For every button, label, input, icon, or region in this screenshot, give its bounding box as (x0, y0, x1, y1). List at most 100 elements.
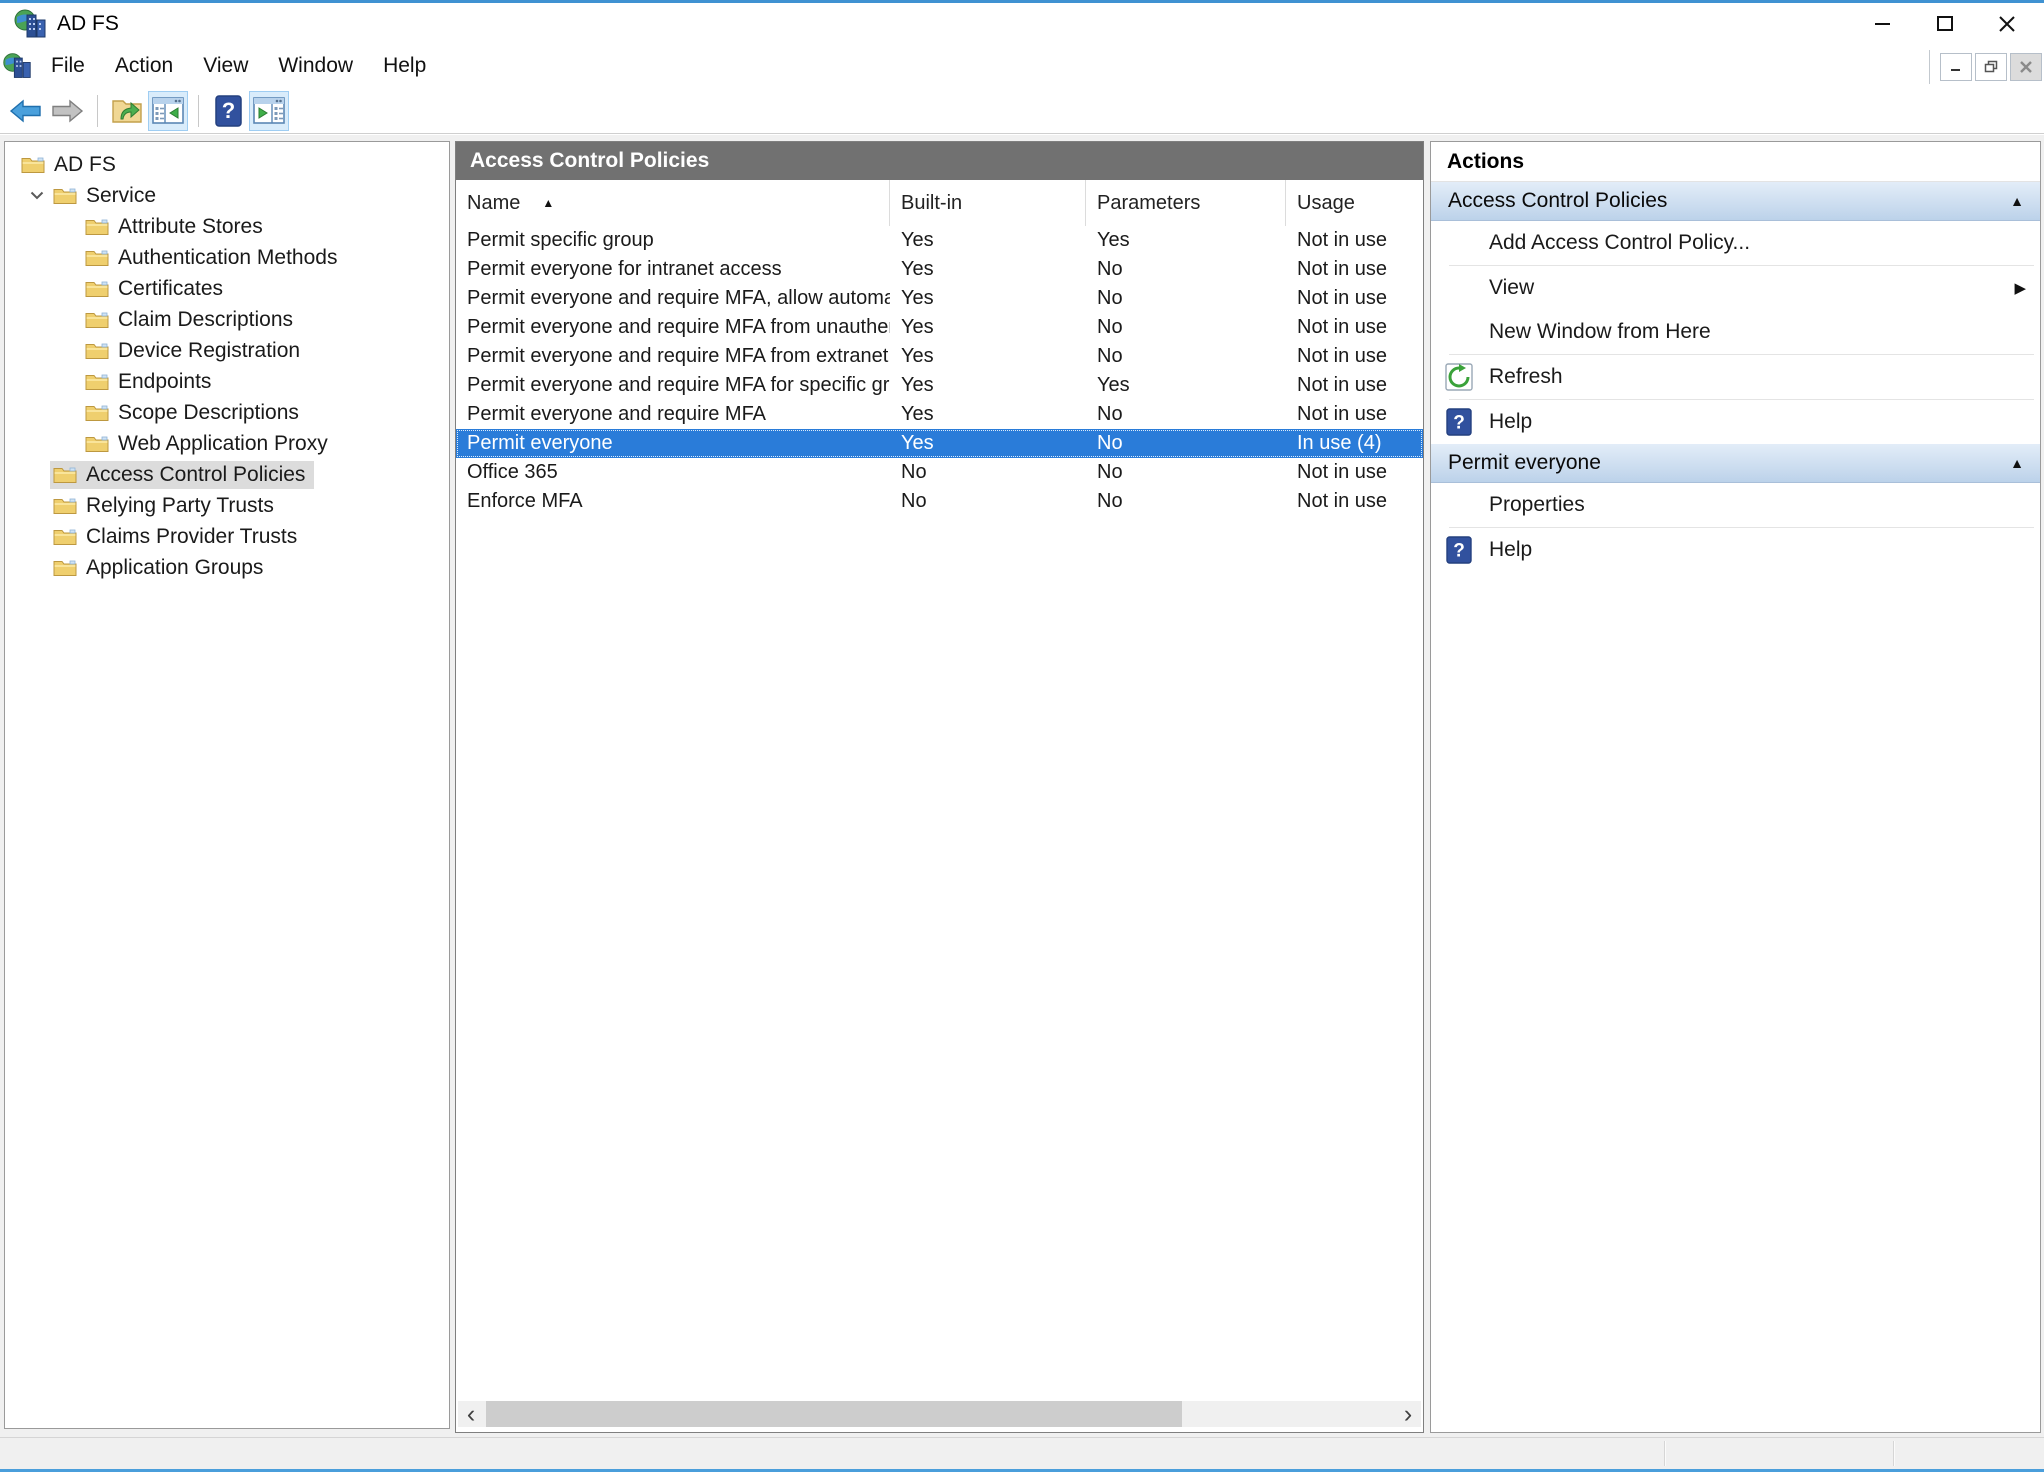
tree-item-claim-descriptions[interactable]: Claim Descriptions (5, 304, 449, 335)
tree-node: Scope Descriptions (82, 399, 308, 427)
tree-item-device-registration[interactable]: Device Registration (5, 335, 449, 366)
forward-button[interactable] (47, 91, 87, 131)
menu-view[interactable]: View (188, 47, 263, 85)
scroll-right-arrow[interactable]: › (1395, 1401, 1421, 1427)
svg-text:?: ? (1453, 541, 1465, 562)
cell-parameters: No (1086, 461, 1286, 484)
action-refresh[interactable]: Refresh (1431, 355, 2040, 399)
action-properties[interactable]: Properties (1431, 483, 2040, 527)
tree-item-endpoints[interactable]: Endpoints (5, 366, 449, 397)
cell-built-in: Yes (890, 229, 1086, 252)
table-row[interactable]: Permit everyone and require MFA, allow a… (456, 284, 1423, 313)
menu-action[interactable]: Action (100, 47, 188, 85)
action-view[interactable]: View▶ (1431, 266, 2040, 310)
scroll-thumb[interactable] (486, 1401, 1182, 1427)
actions-group-header-access-control-policies[interactable]: Access Control Policies ▲ (1431, 182, 2040, 221)
table-row[interactable]: Permit everyone and require MFAYesNoNot … (456, 400, 1423, 429)
back-button[interactable] (6, 91, 46, 131)
actions-groups: Access Control Policies ▲ Add Access Contr… (1431, 182, 2040, 572)
cell-built-in: Yes (890, 345, 1086, 368)
folder-icon (85, 341, 109, 360)
tree-item-claims-provider-trusts[interactable]: Claims Provider Trusts (5, 521, 449, 552)
tree-item-authentication-methods[interactable]: Authentication Methods (5, 242, 449, 273)
actions-panel-title: Actions (1431, 142, 2040, 182)
tree-item-attribute-stores[interactable]: Attribute Stores (5, 211, 449, 242)
toolbar-separator (198, 95, 199, 127)
actions-group-title: Permit everyone (1448, 451, 1601, 475)
action-help[interactable]: ?Help (1431, 400, 2040, 444)
tree-item-relying-party-trusts[interactable]: Relying Party Trusts (5, 490, 449, 521)
tree-item-scope-descriptions[interactable]: Scope Descriptions (5, 397, 449, 428)
results-panel-title: Access Control Policies (470, 149, 709, 173)
menu-items: FileActionViewWindowHelp (36, 47, 441, 85)
tree-item-application-groups[interactable]: Application Groups (5, 552, 449, 583)
table-row[interactable]: Permit everyone and require MFA from ext… (456, 342, 1423, 371)
help-button[interactable]: ? (208, 91, 248, 131)
column-header-usage[interactable]: Usage (1286, 180, 1423, 226)
export-list-button[interactable] (107, 91, 147, 131)
action-add-access-control-policy[interactable]: Add Access Control Policy... (1431, 221, 2040, 265)
cell-parameters: No (1086, 490, 1286, 513)
cell-usage: Not in use (1286, 229, 1423, 252)
menu-file[interactable]: File (36, 47, 100, 85)
tree-item-ad-fs[interactable]: AD FS (5, 149, 449, 180)
cell-name: Permit everyone and require MFA from una… (456, 316, 890, 339)
column-header-parameters[interactable]: Parameters (1086, 180, 1286, 226)
action-label: Help (1489, 538, 1532, 562)
collapse-arrow-icon[interactable]: ▲ (2010, 455, 2024, 471)
cell-name: Permit everyone (456, 432, 890, 455)
column-header-name[interactable]: Name ▲ (456, 180, 890, 226)
close-button[interactable] (1976, 3, 2038, 44)
action-label: Refresh (1489, 365, 1563, 389)
sort-ascending-icon: ▲ (542, 196, 554, 210)
window-controls (1852, 3, 2038, 44)
table-row[interactable]: Permit everyone for intranet accessYesNo… (456, 255, 1423, 284)
menu-help[interactable]: Help (368, 47, 441, 85)
table-row[interactable]: Office 365NoNoNot in use (456, 458, 1423, 487)
collapse-arrow-icon[interactable]: ▲ (2010, 193, 2024, 209)
column-header-label: Usage (1297, 192, 1355, 215)
horizontal-scrollbar[interactable]: ‹ › (458, 1401, 1421, 1427)
tree-item-access-control-policies[interactable]: Access Control Policies (5, 459, 449, 490)
table-row[interactable]: Enforce MFANoNoNot in use (456, 487, 1423, 516)
table-row[interactable]: Permit everyoneYesNoIn use (4) (456, 429, 1423, 458)
statusbar (0, 1437, 2044, 1469)
maximize-button[interactable] (1914, 3, 1976, 44)
scroll-left-arrow[interactable]: ‹ (458, 1401, 484, 1427)
tree-item-web-application-proxy[interactable]: Web Application Proxy (5, 428, 449, 459)
column-header-label: Name (467, 192, 520, 215)
column-header-built-in[interactable]: Built-in (890, 180, 1086, 226)
action-new-window-from-here[interactable]: New Window from Here (1431, 310, 2040, 354)
chevron-slot (56, 304, 82, 335)
actions-group-header-permit-everyone[interactable]: Permit everyone ▲ (1431, 444, 2040, 483)
actions-group-title: Access Control Policies (1448, 189, 1667, 213)
table-row[interactable]: Permit everyone and require MFA from una… (456, 313, 1423, 342)
cell-parameters: No (1086, 287, 1286, 310)
svg-text:?: ? (1453, 413, 1465, 434)
tree-node: Authentication Methods (82, 244, 346, 272)
child-close-button[interactable] (2010, 53, 2042, 81)
menu-window[interactable]: Window (263, 47, 368, 85)
action-icon-slot (1441, 310, 1477, 354)
table-row[interactable]: Permit everyone and require MFA for spec… (456, 371, 1423, 400)
table-row[interactable]: Permit specific groupYesYesNot in use (456, 226, 1423, 255)
show-hide-console-tree-button[interactable] (148, 91, 188, 131)
child-minimize-button[interactable] (1940, 53, 1972, 81)
chevron-slot (56, 428, 82, 459)
cell-name: Permit everyone and require MFA for spec… (456, 374, 890, 397)
back-icon (9, 98, 43, 124)
close-icon (1998, 15, 2016, 33)
tree-item-label: Relying Party Trusts (86, 494, 274, 518)
folder-icon (53, 527, 77, 546)
action-label: View (1489, 276, 1534, 300)
action-help[interactable]: ? Help (1431, 528, 2040, 572)
show-hide-action-pane-button[interactable] (249, 91, 289, 131)
chevron-down-icon[interactable] (24, 180, 50, 211)
tree-item-service[interactable]: Service (5, 180, 449, 211)
child-restore-button[interactable] (1975, 53, 2007, 81)
cell-name: Permit specific group (456, 229, 890, 252)
action-icon-slot (1441, 483, 1477, 527)
tree-item-label: Endpoints (118, 370, 211, 394)
minimize-button[interactable] (1852, 3, 1914, 44)
tree-item-certificates[interactable]: Certificates (5, 273, 449, 304)
